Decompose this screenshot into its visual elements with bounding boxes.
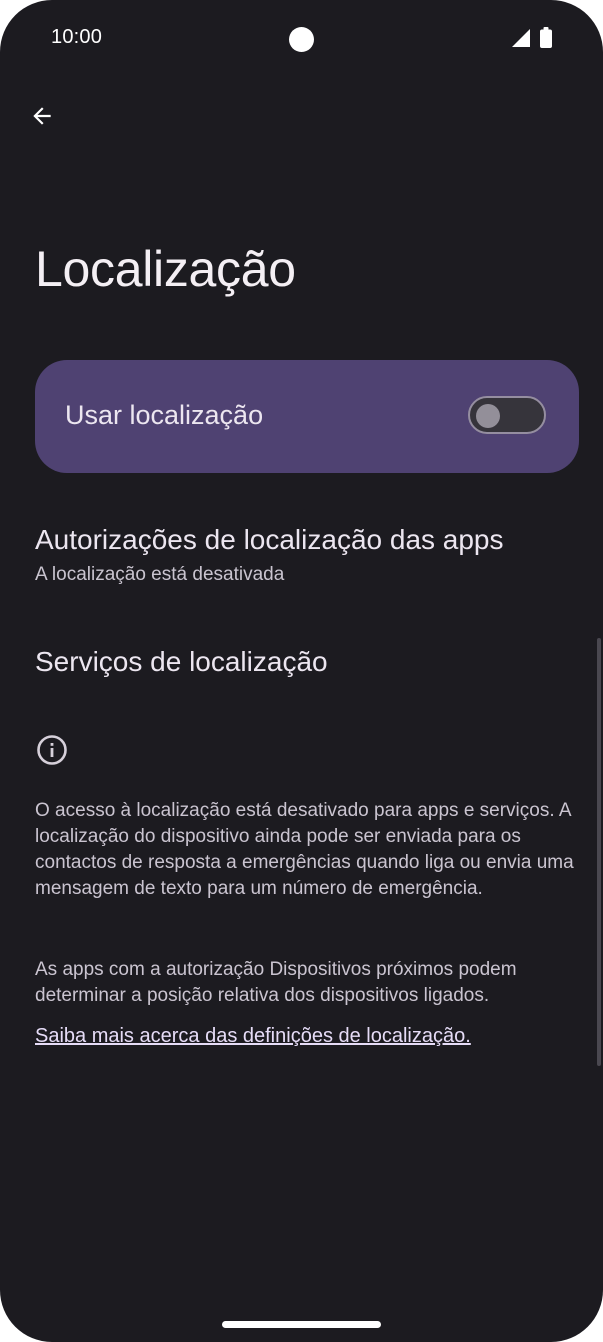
pref-title: Serviços de localização — [35, 646, 328, 677]
signal-icon — [512, 29, 530, 47]
pref-summary: A localização está desativada — [35, 564, 285, 585]
use-location-label: Usar localização — [65, 400, 264, 430]
learn-more-link[interactable]: Saiba mais acerca das definições de loca… — [35, 1025, 471, 1048]
battery-icon — [540, 27, 552, 48]
status-bar: 10:00 — [0, 0, 603, 76]
scrollbar[interactable] — [597, 638, 601, 1066]
status-time: 10:00 — [51, 26, 103, 48]
use-location-switch-bar[interactable]: Usar localização — [35, 360, 579, 473]
arrow-back-icon — [33, 107, 51, 125]
pref-location-services[interactable]: Serviços de localização — [35, 646, 328, 678]
info-icon — [37, 735, 67, 765]
page-title: Localização — [35, 241, 296, 297]
use-location-toggle[interactable] — [468, 396, 546, 434]
footer-paragraph: As apps com a autorização Dispositivos p… — [35, 959, 517, 1006]
pref-title: Autorizações de localização das apps — [35, 524, 504, 555]
toggle-thumb — [476, 404, 500, 428]
camera-cutout — [289, 27, 314, 52]
footer-paragraph: O acesso à localização está desativado p… — [35, 800, 574, 899]
back-button[interactable] — [22, 96, 62, 136]
navigation-handle[interactable] — [222, 1321, 381, 1328]
phone-screen: 10:00 Localização Usar localização Autor… — [0, 0, 603, 1342]
pref-app-location-permissions[interactable]: Autorizações de localização das apps A l… — [35, 524, 504, 586]
